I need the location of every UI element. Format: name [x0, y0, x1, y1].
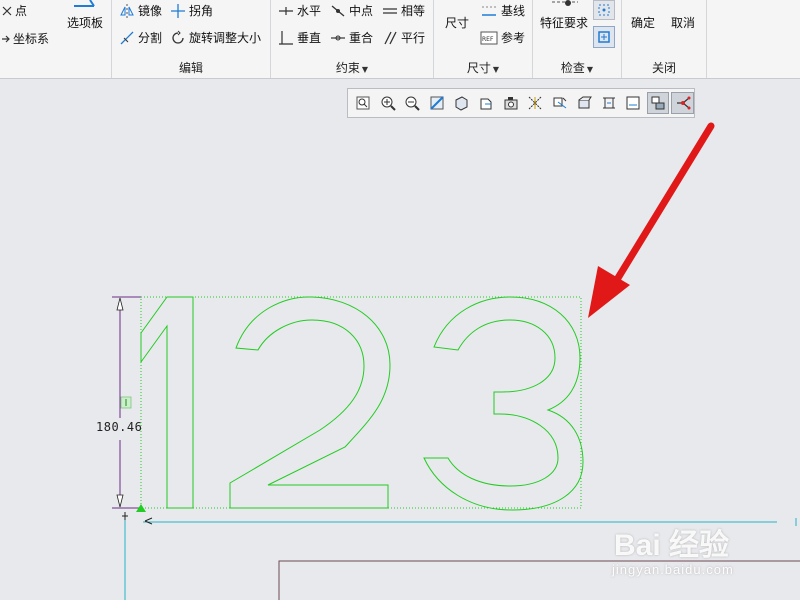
annotation-arrow — [588, 122, 715, 318]
text-bounding-box[interactable] — [140, 296, 582, 509]
reference-arrow — [144, 517, 153, 525]
watermark-url: jingyan.baidu.com — [612, 562, 734, 577]
sketch-graphics — [112, 122, 800, 600]
digit-one-outline[interactable] — [140, 296, 194, 509]
digit-three-outline[interactable] — [423, 296, 584, 511]
dimension-value[interactable]: 180.46 — [96, 420, 142, 434]
digit-two-outline[interactable] — [229, 296, 391, 509]
watermark-logo: Bai 经验 — [614, 529, 730, 562]
origin-cross — [122, 512, 128, 520]
